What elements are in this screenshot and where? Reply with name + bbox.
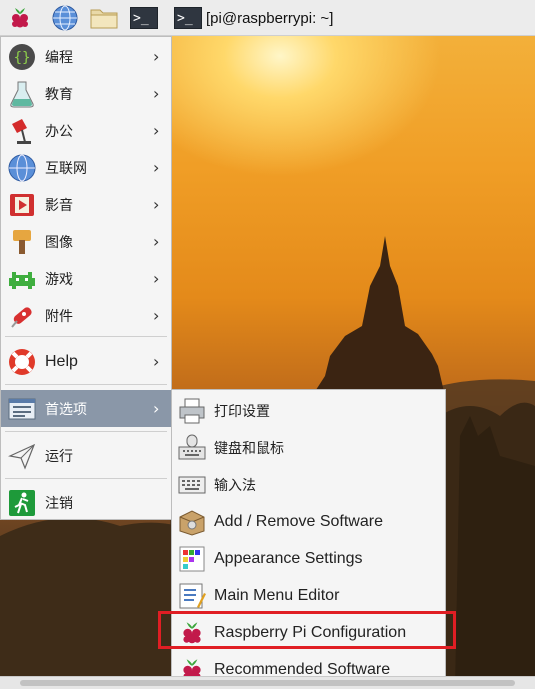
- help-icon: [6, 346, 38, 378]
- top-panel: >_ >_ [pi@raspberrypi: ~]: [0, 0, 535, 36]
- submenu-arrow-icon: ›: [153, 121, 160, 140]
- submenu-arrow-icon: ›: [153, 47, 160, 66]
- internet-icon: [6, 152, 38, 184]
- games-icon: [6, 263, 38, 295]
- preferences-icon: [6, 393, 38, 425]
- menu-item-label: 运行: [45, 448, 73, 465]
- logout-icon: [6, 487, 38, 519]
- raspberry-menu-button[interactable]: [5, 4, 35, 32]
- run-icon: [6, 440, 38, 472]
- appearance-icon: [177, 544, 207, 574]
- file-manager-button[interactable]: [89, 4, 119, 32]
- submenu-arrow-icon: ›: [153, 158, 160, 177]
- submenu-arrow-icon: ›: [153, 269, 160, 288]
- keyboard-mouse-icon: [177, 433, 207, 463]
- raspberry-menu-icon: [12, 8, 28, 28]
- submenu-arrow-icon: ›: [153, 306, 160, 325]
- submenu-item-main-menu-editor[interactable]: Main Menu Editor: [172, 577, 445, 614]
- education-icon: [6, 78, 38, 110]
- menu-item-label: 编程: [45, 49, 73, 66]
- submenu-item-print-settings[interactable]: 打印设置: [172, 392, 445, 429]
- menu-item-sound-video[interactable]: 影音 ›: [1, 186, 171, 223]
- menu-separator: [5, 336, 167, 337]
- submenu-arrow-icon: ›: [153, 195, 160, 214]
- web-browser-button[interactable]: [50, 4, 80, 32]
- menu-item-help[interactable]: Help ›: [1, 343, 171, 380]
- menu-separator: [5, 478, 167, 479]
- submenu-item-appearance-settings[interactable]: Appearance Settings: [172, 540, 445, 577]
- horizontal-scrollbar[interactable]: [0, 676, 535, 689]
- svg-text:{}: {}: [14, 50, 31, 66]
- graphics-icon: [6, 226, 38, 258]
- file-manager-icon: [90, 9, 118, 29]
- menu-item-accessories[interactable]: 附件 ›: [1, 297, 171, 334]
- main-menu: {} 编程 › 教育 › 办公 › 互联网 › 影音 › 图像 › 游戏 › 附…: [0, 36, 172, 520]
- menu-separator: [5, 384, 167, 385]
- menu-item-label: 办公: [45, 123, 73, 140]
- terminal-window-icon: >_: [174, 7, 202, 29]
- scrollbar-thumb[interactable]: [20, 680, 515, 686]
- input-method-icon: [177, 470, 207, 500]
- menu-editor-icon: [177, 581, 207, 611]
- submenu-item-label: 输入法: [214, 477, 256, 494]
- terminal-icon: >_: [130, 7, 158, 29]
- menu-item-label: 图像: [45, 234, 73, 251]
- submenu-item-label: Main Menu Editor: [214, 586, 340, 604]
- menu-item-games[interactable]: 游戏 ›: [1, 260, 171, 297]
- menu-item-label: 附件: [45, 308, 73, 325]
- sound-video-icon: [6, 189, 38, 221]
- office-icon: [6, 115, 38, 147]
- menu-item-graphics[interactable]: 图像 ›: [1, 223, 171, 260]
- menu-item-label: 教育: [45, 86, 73, 103]
- submenu-item-label: Add / Remove Software: [214, 512, 383, 530]
- menu-item-run[interactable]: 运行: [1, 437, 171, 474]
- menu-item-label: 游戏: [45, 271, 73, 288]
- menu-item-label: 首选项: [45, 401, 87, 418]
- highlight-box: [158, 611, 456, 649]
- submenu-item-label: Appearance Settings: [214, 549, 363, 567]
- submenu-arrow-icon: ›: [153, 399, 160, 418]
- submenu-item-label: 键盘和鼠标: [214, 440, 284, 457]
- submenu-arrow-icon: ›: [153, 232, 160, 251]
- programming-icon: {}: [6, 41, 38, 73]
- menu-item-preferences[interactable]: 首选项 ›: [1, 390, 171, 427]
- submenu-item-keyboard-mouse[interactable]: 键盘和鼠标: [172, 429, 445, 466]
- menu-item-label: 影音: [45, 197, 73, 214]
- menu-item-education[interactable]: 教育 ›: [1, 75, 171, 112]
- submenu-arrow-icon: ›: [153, 352, 160, 371]
- menu-item-label: Help: [45, 352, 78, 370]
- menu-item-programming[interactable]: {} 编程 ›: [1, 38, 171, 75]
- submenu-item-add-remove-software[interactable]: Add / Remove Software: [172, 503, 445, 540]
- printer-icon: [177, 396, 207, 426]
- menu-item-logout[interactable]: 注销: [1, 484, 171, 521]
- submenu-arrow-icon: ›: [153, 84, 160, 103]
- menu-item-label: 互联网: [45, 160, 87, 177]
- web-browser-icon: [52, 5, 78, 31]
- submenu-item-label: 打印设置: [214, 403, 270, 420]
- taskbar-window-label: [pi@raspberrypi: ~]: [206, 9, 334, 27]
- menu-item-office[interactable]: 办公 ›: [1, 112, 171, 149]
- menu-item-label: 注销: [45, 495, 73, 512]
- menu-item-internet[interactable]: 互联网 ›: [1, 149, 171, 186]
- taskbar-window-terminal[interactable]: >_ [pi@raspberrypi: ~]: [174, 4, 333, 32]
- submenu-item-input-method[interactable]: 输入法: [172, 466, 445, 503]
- add-remove-software-icon: [177, 507, 207, 537]
- accessories-icon: [6, 300, 38, 332]
- menu-separator: [5, 431, 167, 432]
- terminal-button[interactable]: >_: [129, 4, 159, 32]
